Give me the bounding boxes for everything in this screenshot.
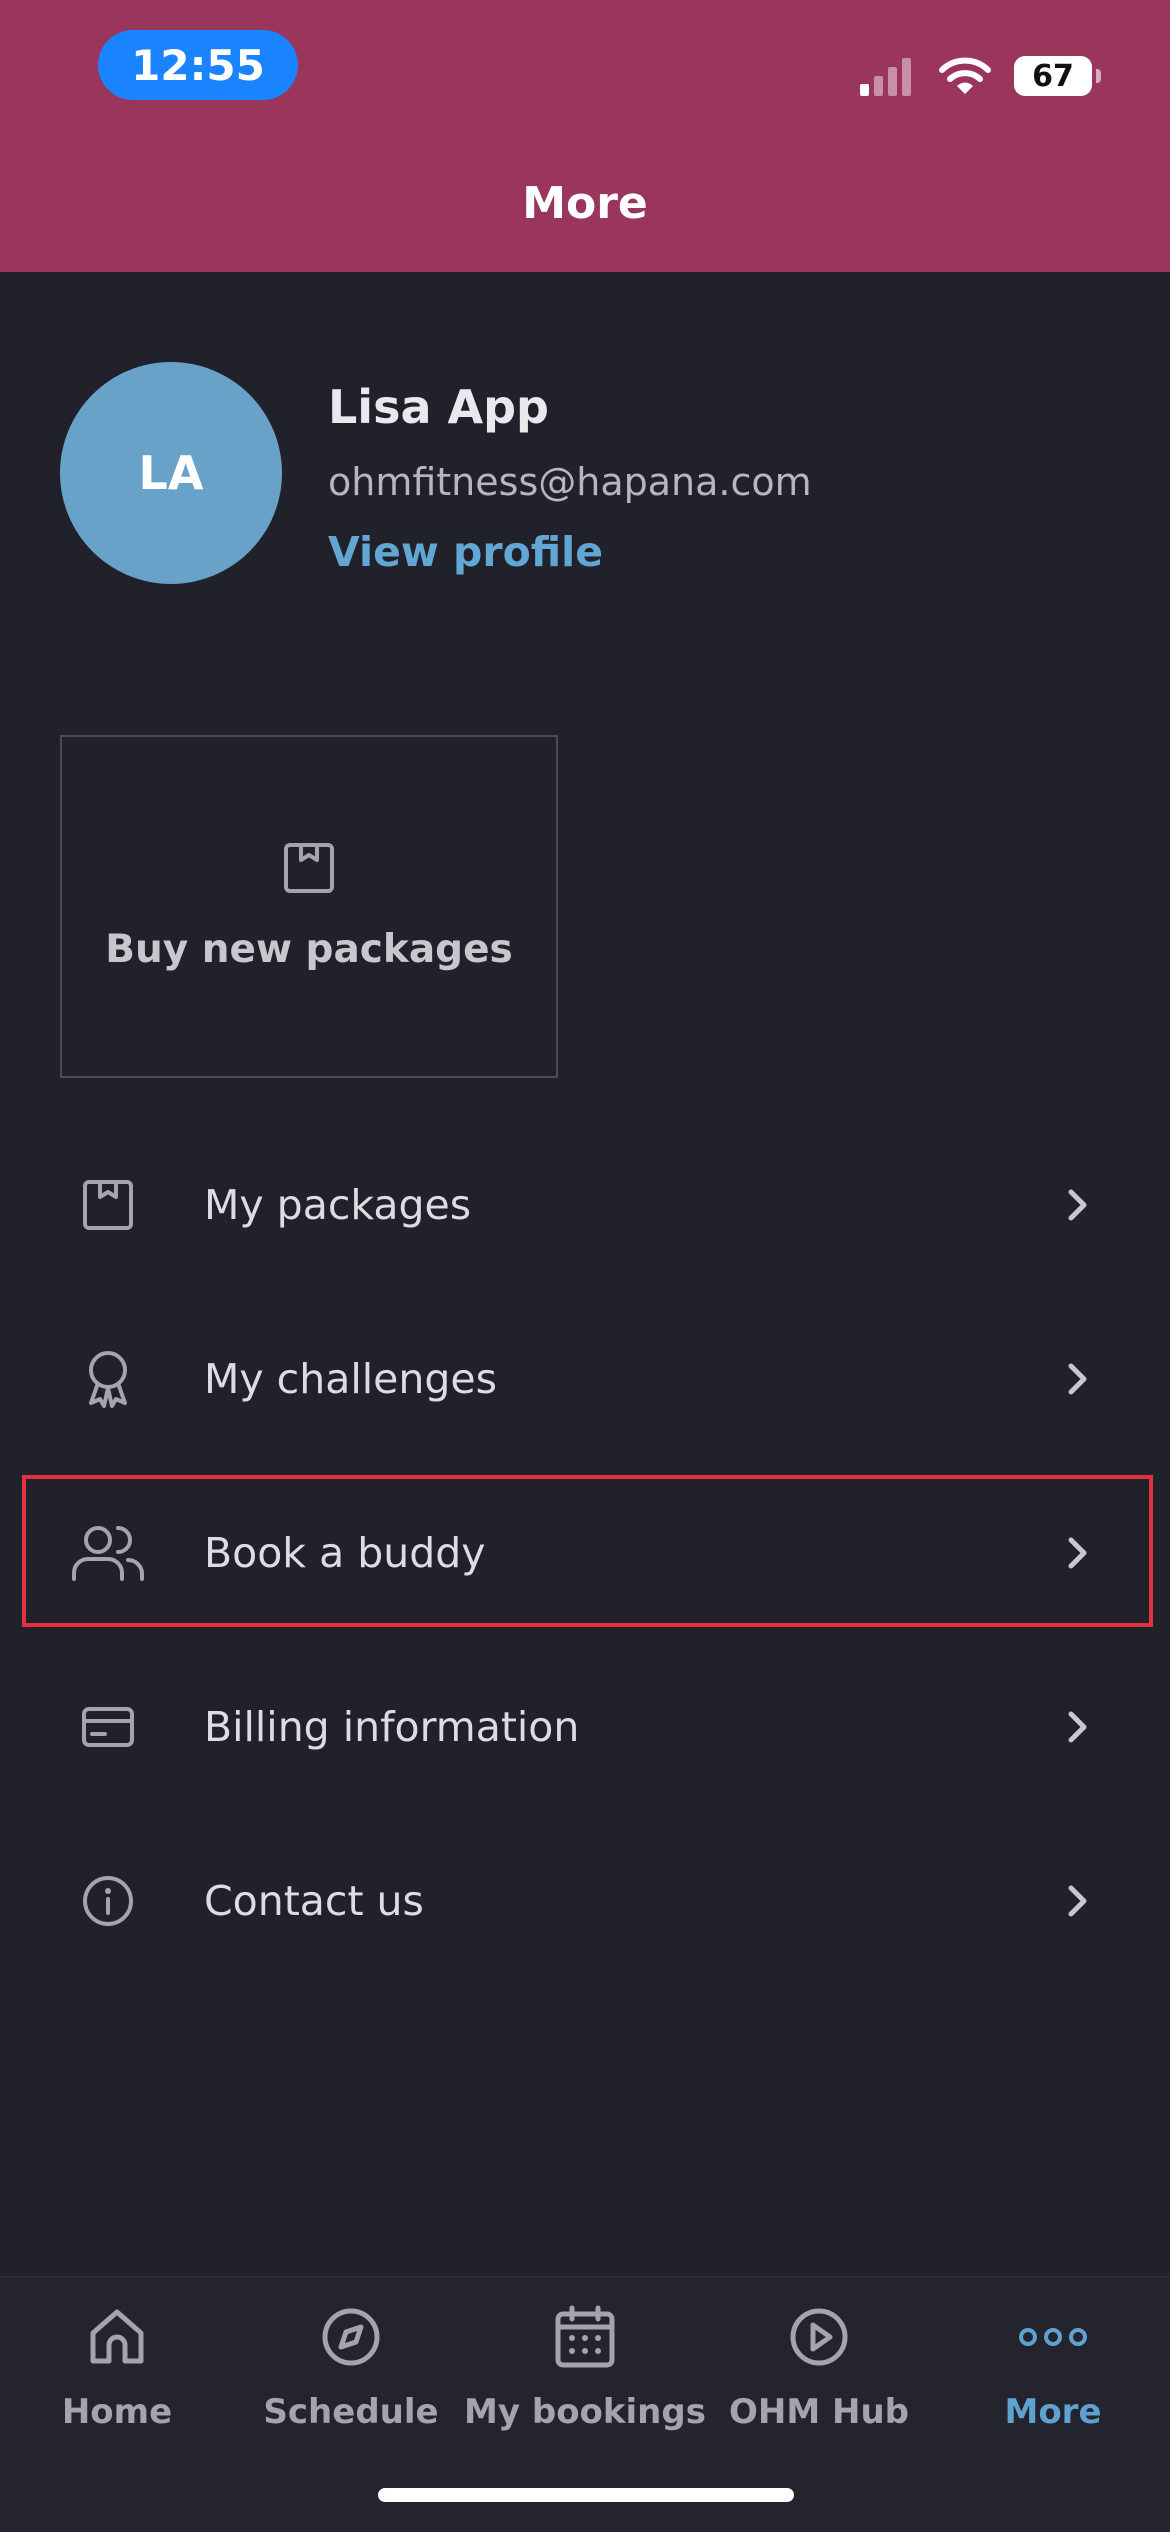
compass-icon (320, 2298, 382, 2376)
chevron-right-icon (1066, 1709, 1090, 1745)
menu-item-label: Book a buddy (204, 1529, 486, 1577)
package-icon (81, 1178, 135, 1232)
battery-level: 67 (1032, 58, 1074, 94)
calendar-icon (554, 2298, 616, 2376)
tab-label: More (1004, 2392, 1102, 2432)
menu-item-my-challenges[interactable]: My challenges (0, 1292, 1170, 1466)
chevron-right-icon (1066, 1361, 1090, 1397)
header: 12:55 67 More (0, 0, 1170, 272)
play-circle-icon (788, 2298, 850, 2376)
buy-new-packages-label: Buy new packages (105, 927, 513, 972)
page-title: More (522, 178, 648, 229)
award-icon (82, 1349, 134, 1409)
tab-schedule[interactable]: Schedule (234, 2298, 468, 2448)
battery-icon: 67 (1014, 56, 1101, 96)
tab-label: Schedule (263, 2392, 439, 2432)
avatar-initials: LA (138, 446, 204, 500)
menu-item-my-packages[interactable]: My packages (0, 1118, 1170, 1292)
home-icon (87, 2298, 147, 2376)
tab-my-bookings[interactable]: My bookings (464, 2298, 706, 2448)
tab-label: My bookings (464, 2392, 706, 2432)
profile-email: ohmfitness@hapana.com (328, 460, 812, 504)
tab-home[interactable]: Home (0, 2298, 234, 2448)
tab-label: OHM Hub (728, 2392, 910, 2432)
wifi-icon (939, 57, 991, 94)
menu-item-label: Billing information (204, 1703, 580, 1751)
info-icon (81, 1874, 135, 1928)
menu-item-contact-us[interactable]: Contact us (0, 1814, 1170, 1988)
home-indicator (378, 2488, 794, 2502)
chevron-right-icon (1066, 1535, 1090, 1571)
menu-item-label: My packages (204, 1181, 472, 1229)
chevron-right-icon (1066, 1883, 1090, 1919)
avatar[interactable]: LA (60, 362, 282, 584)
more-screen: 12:55 67 More LA Lisa App ohmfitness@hap… (0, 0, 1170, 2532)
menu-item-billing-information[interactable]: Billing information (0, 1640, 1170, 1814)
menu-item-label: Contact us (204, 1877, 424, 1925)
more-dots-icon (1018, 2298, 1088, 2376)
view-profile-link[interactable]: View profile (328, 528, 603, 576)
users-icon (70, 1523, 146, 1583)
menu-item-book-a-buddy[interactable]: Book a buddy (0, 1466, 1170, 1640)
tab-more[interactable]: More (936, 2298, 1170, 2448)
profile-name: Lisa App (328, 380, 549, 434)
menu-item-label: My challenges (204, 1355, 497, 1403)
chevron-right-icon (1066, 1187, 1090, 1223)
credit-card-icon (81, 1706, 135, 1748)
cellular-signal-icon (860, 58, 911, 96)
status-time: 12:55 (98, 30, 298, 100)
tab-label: Home (61, 2392, 173, 2432)
buy-new-packages-card[interactable]: Buy new packages (60, 735, 558, 1078)
tab-ohm-hub[interactable]: OHM Hub (702, 2298, 936, 2448)
package-icon (284, 843, 334, 893)
status-icons: 67 (858, 50, 1101, 102)
